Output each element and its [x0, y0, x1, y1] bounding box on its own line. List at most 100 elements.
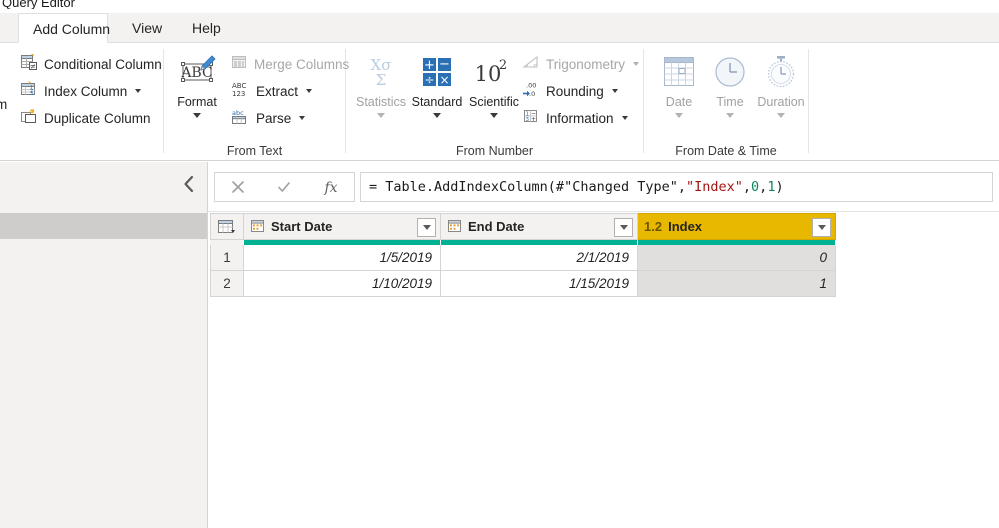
ribbon-button-index-column[interactable]: 1 2 3 Index Column [16, 78, 145, 104]
formula-mid: , [742, 179, 752, 195]
ribbon-button-rounding[interactable]: .00 .0 Rounding [518, 78, 622, 104]
cell-end-date[interactable]: 2/1/2019 [441, 245, 638, 271]
formula-suffix: ) [775, 179, 784, 195]
column-header-start-date-label: Start Date [271, 219, 333, 234]
cell-index[interactable]: 0 [638, 245, 836, 271]
accept-check-icon[interactable] [261, 173, 307, 201]
chevron-down-icon[interactable] [611, 89, 618, 93]
chevron-down-icon[interactable] [433, 113, 441, 118]
cell-end-date[interactable]: 1/15/2019 [441, 271, 638, 297]
ribbon-group-from-text: ABC Format Merge Columns ABC 123 Extract… [164, 43, 349, 161]
queries-pane [0, 162, 208, 528]
row-number: 1 [210, 245, 244, 271]
ribbon-button-duration[interactable]: Duration [750, 49, 812, 153]
ribbon-button-rounding-label: Rounding [546, 83, 604, 99]
ribbon: ≠ Conditional Column 1 2 3 Index Column … [0, 43, 999, 161]
formula-comma: , [759, 179, 768, 195]
formula-number-token-2: 1 [767, 179, 776, 195]
select-all-table-icon[interactable] [210, 213, 244, 240]
svg-text:.00: .00 [526, 81, 536, 89]
formula-prefix: = Table.AddIndexColumn(#"Changed Type", [369, 179, 686, 195]
svg-text:+: + [531, 116, 536, 123]
ribbon-button-extract[interactable]: ABC 123 Extract [226, 78, 316, 104]
date-type-icon [250, 218, 265, 236]
ribbon-button-extract-label: Extract [256, 83, 299, 99]
svg-text:abc: abc [232, 109, 244, 117]
fx-icon[interactable]: fx [308, 173, 354, 201]
svg-text:2: 2 [499, 58, 507, 73]
svg-text:≠: ≠ [30, 62, 36, 70]
ribbon-button-index-column-label: Index Column [44, 83, 128, 99]
parse-icon: abc [230, 107, 250, 130]
column-header-end-date[interactable]: End Date [441, 213, 638, 240]
column-header-index-label: Index [668, 219, 703, 234]
ribbon-button-duplicate-column[interactable]: Duplicate Column [16, 105, 155, 131]
chevron-down-icon[interactable] [777, 113, 785, 118]
ribbon-button-statistics[interactable]: Χσ Σ Statistics [350, 49, 412, 153]
ribbon-button-duration-label: Duration [757, 95, 805, 109]
ribbon-button-trigonometry[interactable]: Trigonometry [518, 51, 643, 77]
svg-text:3: 3 [30, 91, 33, 97]
column-filter-dropdown-end-date[interactable] [614, 218, 633, 237]
ribbon-button-trigonometry-label: Trigonometry [546, 56, 626, 72]
clipped-ribbon-fragment: m [0, 43, 24, 161]
chevron-down-icon[interactable] [135, 89, 142, 93]
ribbon-button-statistics-label: Statistics [355, 95, 406, 109]
formula-input[interactable]: = Table.AddIndexColumn(#"Changed Type", … [360, 172, 993, 202]
chevron-left-icon[interactable] [181, 174, 197, 194]
svg-text:×: × [439, 73, 449, 87]
ribbon-button-information-label: Information [546, 110, 614, 126]
power-query-editor-window: Query Editor Add Column View Help ≠ Cond… [0, 0, 999, 528]
chevron-down-icon[interactable] [306, 89, 313, 93]
extract-abc123-icon: ABC 123 [230, 80, 250, 103]
column-filter-dropdown-index[interactable] [812, 218, 831, 237]
information-icon: 1 3 − + [522, 107, 540, 130]
svg-text:fx: fx [323, 180, 337, 196]
queries-pane-header [0, 162, 207, 208]
ribbon-button-scientific[interactable]: 10 2 Scientific [463, 49, 525, 153]
chevron-down-icon[interactable] [377, 113, 385, 118]
table-row[interactable]: 2 1/10/2019 1/15/2019 1 [210, 271, 838, 297]
cancel-x-icon[interactable] [215, 173, 261, 201]
queries-pane-selected-item[interactable] [0, 213, 207, 239]
chevron-down-icon[interactable] [193, 113, 201, 118]
ribbon-button-standard[interactable]: + − ÷ × Standard [406, 49, 468, 153]
tab-help[interactable]: Help [178, 13, 235, 43]
chevron-down-icon[interactable] [621, 116, 628, 120]
trigonometry-icon [522, 53, 540, 76]
svg-text:123: 123 [232, 90, 245, 98]
tab-view[interactable]: View [118, 13, 176, 43]
merge-columns-icon [230, 53, 248, 76]
ribbon-group-from-text-label: From Text [226, 144, 283, 158]
ribbon-button-format-label: Format [177, 95, 217, 109]
tab-add-column-label: Add Column [33, 21, 111, 37]
ribbon-group-from-date-time: Date Time Duration From Date & Time [644, 43, 808, 161]
chevron-down-icon[interactable] [675, 113, 683, 118]
ribbon-button-date-label: Date [665, 95, 693, 109]
window-title: Query Editor [2, 0, 75, 9]
ribbon-button-parse-label: Parse [256, 110, 292, 126]
ribbon-button-information[interactable]: 1 3 − + Information [518, 105, 632, 131]
chevron-down-icon[interactable] [726, 113, 734, 118]
svg-text:ABC: ABC [232, 82, 246, 90]
svg-text:+: + [424, 58, 435, 73]
ribbon-group-from-number: Χσ Σ Statistics + − ÷ × Standard 10 2 Sc… [346, 43, 643, 161]
table-row[interactable]: 1 1/5/2019 2/1/2019 0 [210, 245, 838, 271]
ribbon-button-format[interactable]: ABC Format [166, 49, 228, 153]
cell-start-date[interactable]: 1/5/2019 [244, 245, 441, 271]
column-header-start-date[interactable]: Start Date [244, 213, 441, 240]
cell-start-date[interactable]: 1/10/2019 [244, 271, 441, 297]
cell-index[interactable]: 1 [638, 271, 836, 297]
formula-bar-buttons: fx [214, 172, 355, 202]
column-header-index[interactable]: 1.2 Index [638, 213, 836, 240]
ribbon-button-parse[interactable]: abc Parse [226, 105, 309, 131]
ribbon-button-conditional-column[interactable]: ≠ Conditional Column [16, 51, 166, 77]
column-filter-dropdown-start-date[interactable] [417, 218, 436, 237]
chevron-down-icon[interactable] [633, 62, 640, 66]
ribbon-button-standard-label: Standard [411, 95, 463, 109]
chevron-down-icon[interactable] [490, 113, 498, 118]
chevron-down-icon[interactable] [299, 116, 306, 120]
ribbon-button-scientific-label: Scientific [468, 95, 520, 109]
svg-text:ABC: ABC [180, 65, 212, 81]
tab-add-column[interactable]: Add Column [18, 13, 111, 43]
